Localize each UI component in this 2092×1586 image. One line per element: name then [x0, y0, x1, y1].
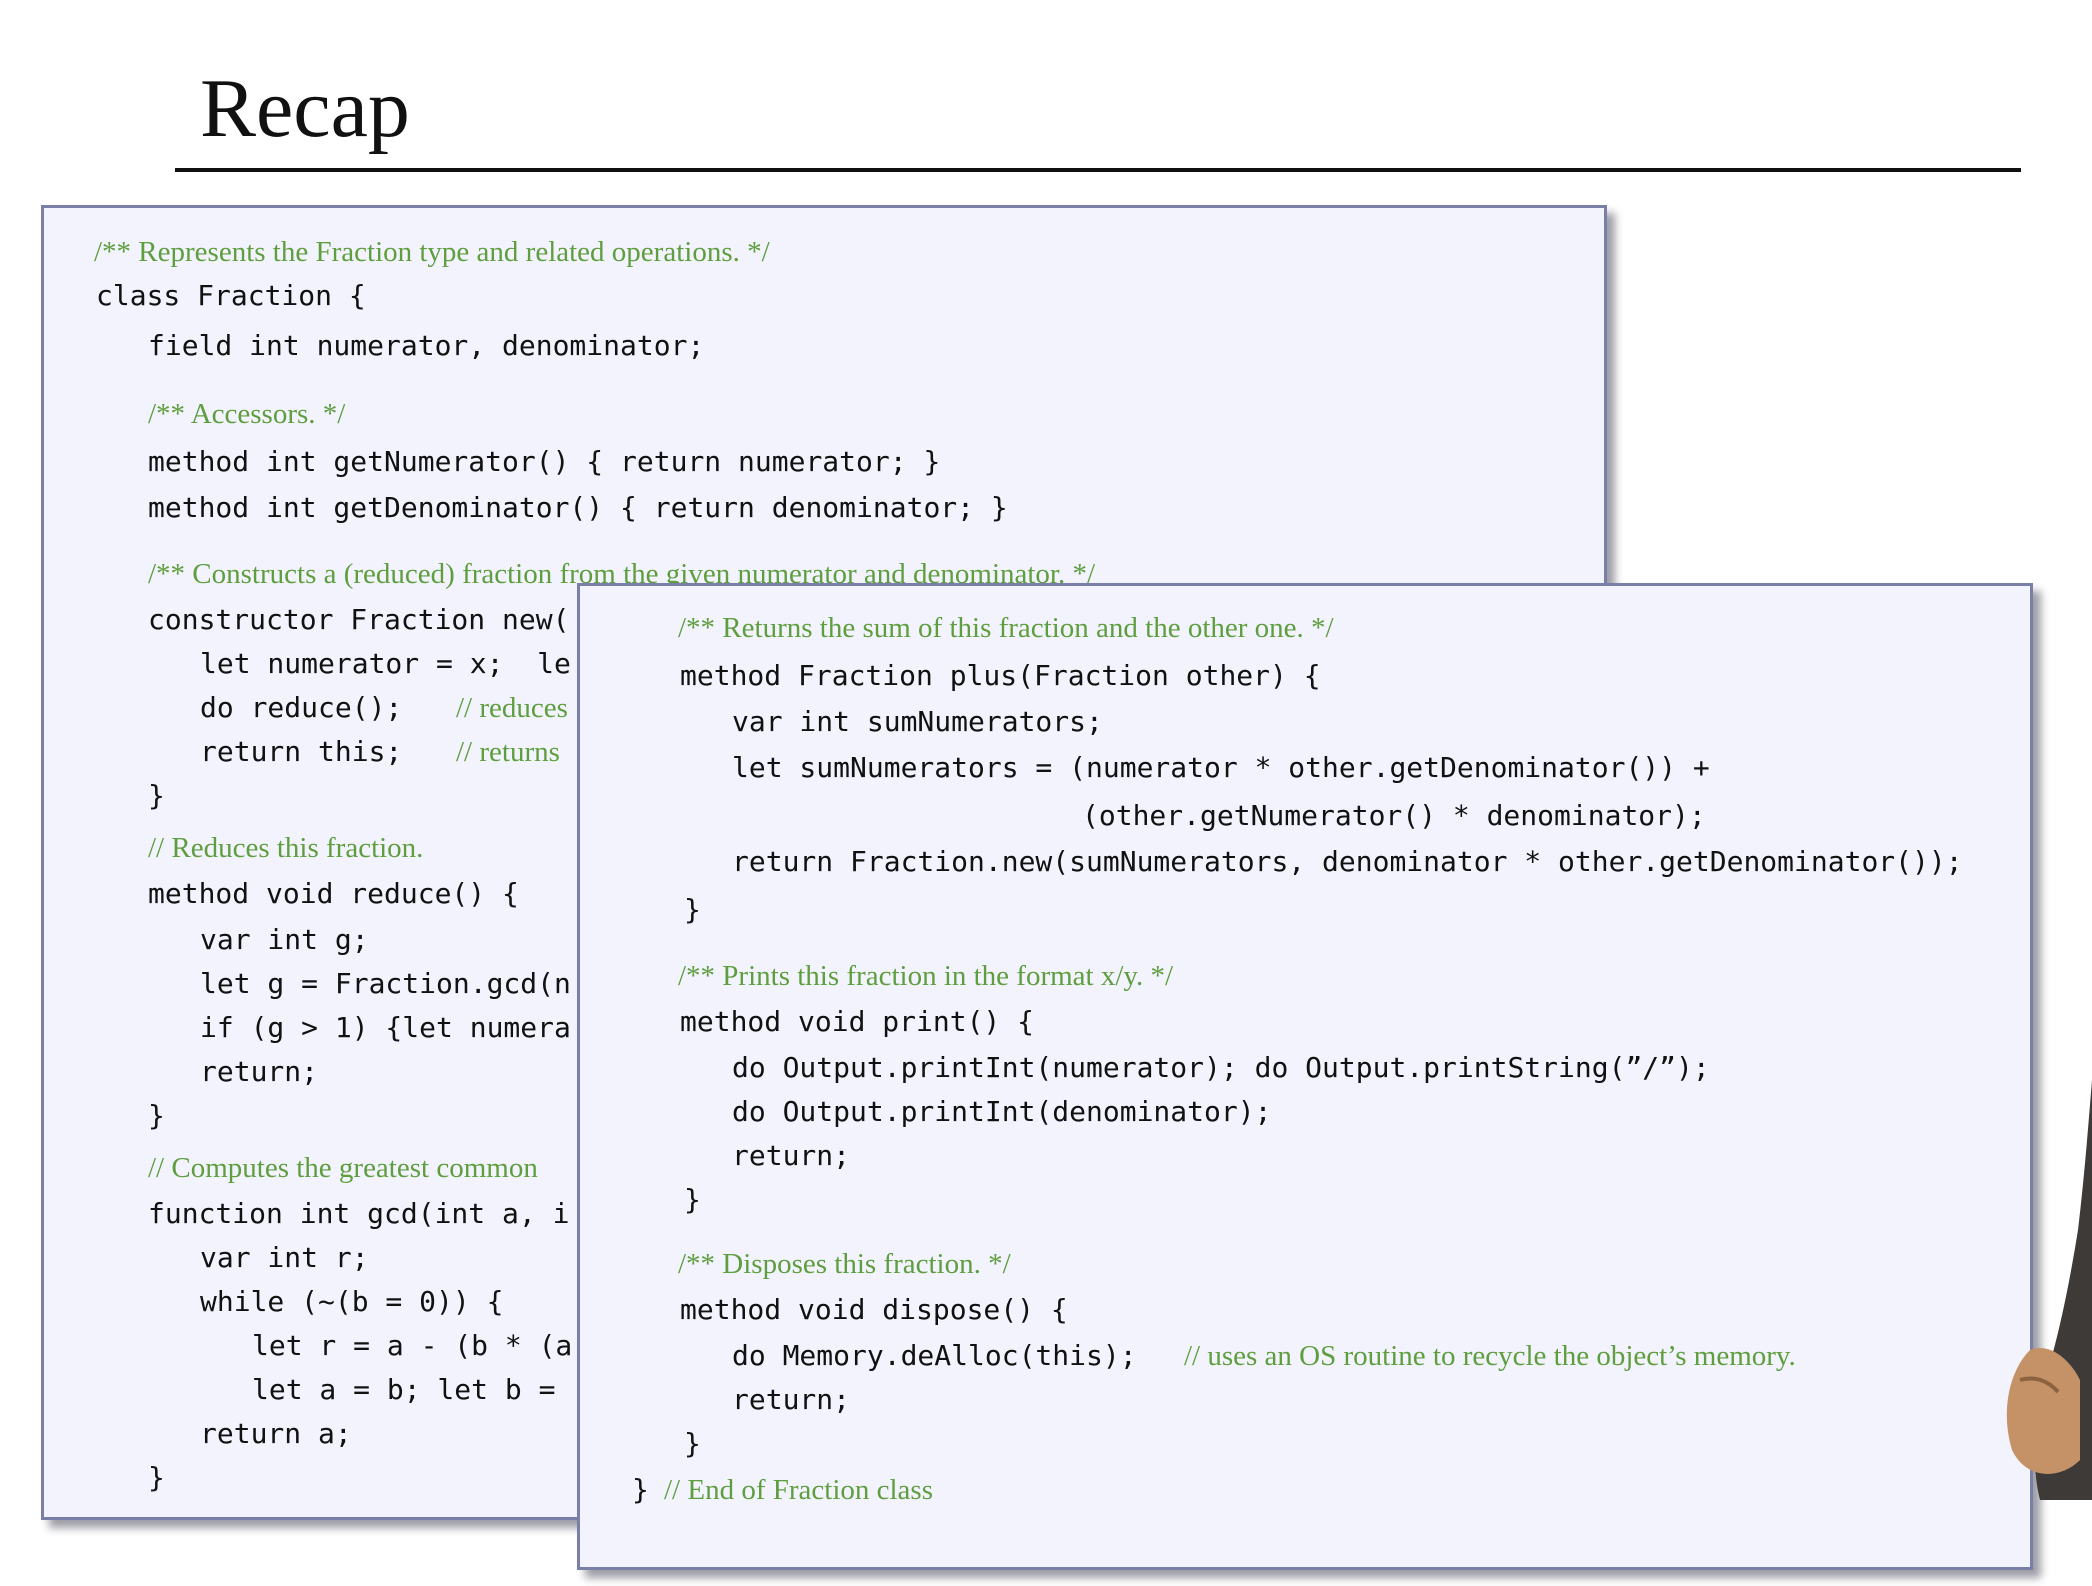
code-panel-fraction-methods: /** Returns the sum of this fraction and…: [577, 583, 2033, 1570]
code-comment-line: /** Returns the sum of this fraction and…: [678, 612, 1334, 644]
title-divider: [175, 168, 2021, 172]
code-line: method int getNumerator() { return numer…: [148, 445, 941, 478]
code-line: class Fraction {: [96, 279, 366, 312]
code-line: }: [684, 1183, 701, 1216]
code-line: return;: [200, 1055, 319, 1088]
code-line: let sumNumerators = (numerator * other.g…: [732, 751, 1710, 784]
code-line: return Fraction.new(sumNumerators, denom…: [732, 845, 1963, 878]
slide-title: Recap: [200, 62, 410, 155]
code-line: let a = b; let b =: [252, 1373, 556, 1406]
code-line: (other.getNumerator() * denominator);: [1082, 799, 1706, 832]
code-line: }: [684, 893, 701, 926]
code-line: }: [148, 1461, 165, 1494]
code-line: constructor Fraction new(: [148, 603, 570, 636]
code-line: do reduce();: [200, 691, 403, 724]
code-line: }: [632, 1473, 649, 1506]
code-line: while (~(b = 0)) {: [200, 1285, 504, 1318]
code-line: var int g;: [200, 923, 369, 956]
code-line: if (g > 1) {let numera: [200, 1011, 571, 1044]
code-line: method void reduce() {: [148, 877, 519, 910]
code-line: do Output.printInt(numerator); do Output…: [732, 1051, 1710, 1084]
code-line: method Fraction plus(Fraction other) {: [680, 659, 1321, 692]
code-comment-inline: // End of Fraction class: [664, 1474, 934, 1506]
code-line: do Memory.deAlloc(this);: [732, 1339, 1137, 1372]
code-line: method void print() {: [680, 1005, 1035, 1038]
code-line: function int gcd(int a, i: [148, 1197, 570, 1230]
code-line: return;: [732, 1383, 851, 1416]
code-comment-line: /** Disposes this fraction. */: [678, 1248, 1011, 1280]
code-line: let g = Fraction.gcd(n: [200, 967, 571, 1000]
code-line: var int sumNumerators;: [732, 705, 1103, 738]
code-line: method int getDenominator() { return den…: [148, 491, 1008, 524]
code-line: let r = a - (b * (a: [252, 1329, 573, 1362]
code-comment-line: // Computes the greatest common: [148, 1152, 538, 1184]
code-line: field int numerator, denominator;: [148, 329, 705, 362]
code-line: }: [148, 779, 165, 812]
code-comment-line: /** Prints this fraction in the format x…: [678, 960, 1174, 992]
code-line: return a;: [200, 1417, 352, 1450]
code-line: do Output.printInt(denominator);: [732, 1095, 1272, 1128]
code-line: return this;: [200, 735, 403, 768]
presenter-silhouette: [2006, 1080, 2092, 1500]
code-line: return;: [732, 1139, 851, 1172]
code-line: }: [684, 1427, 701, 1460]
code-line: }: [148, 1099, 165, 1132]
code-line: method void dispose() {: [680, 1293, 1068, 1326]
code-line: var int r;: [200, 1241, 369, 1274]
presenter-image: [2000, 1080, 2092, 1500]
code-comment-line: // Reduces this fraction.: [148, 832, 424, 864]
code-comment-inline: // returns: [456, 736, 560, 768]
code-comment-inline: // reduces: [456, 692, 568, 724]
code-comment-inline: // uses an OS routine to recycle the obj…: [1184, 1340, 1796, 1372]
code-line: let numerator = x; le: [200, 647, 571, 680]
code-comment-line: /** Represents the Fraction type and rel…: [94, 236, 770, 268]
code-comment-line: /** Accessors. */: [148, 398, 346, 430]
